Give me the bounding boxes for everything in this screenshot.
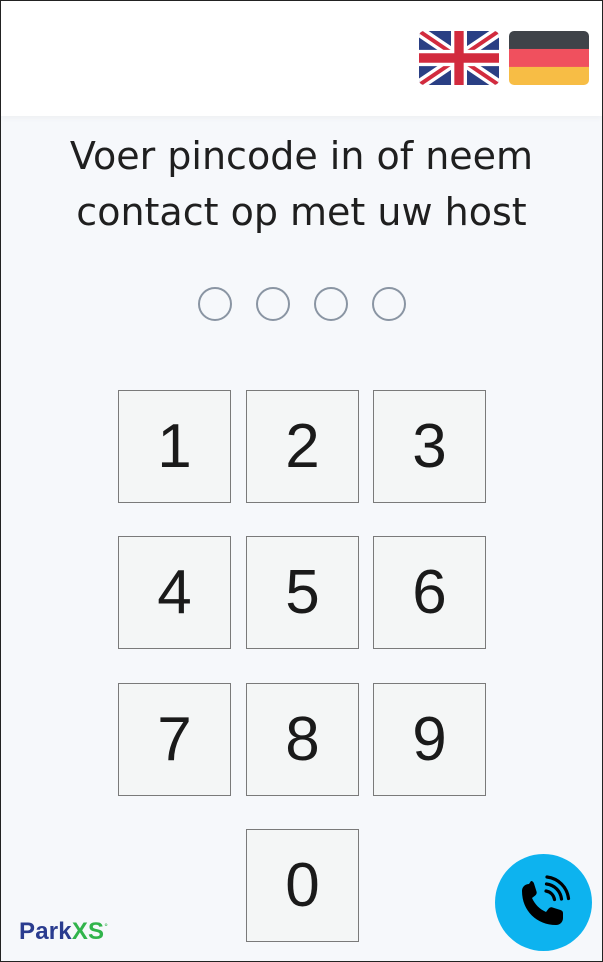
header-bar [1,1,602,116]
logo-mark: ° [104,922,109,932]
keypad-key-4[interactable]: 4 [118,536,231,649]
instruction-line-2: contact op met uw host [76,190,527,234]
pin-dot-4 [372,287,406,321]
keypad-key-9[interactable]: 9 [373,683,486,796]
keypad-key-8[interactable]: 8 [246,683,359,796]
keypad-key-7[interactable]: 7 [118,683,231,796]
keypad-key-2[interactable]: 2 [246,390,359,503]
call-host-button[interactable] [495,854,592,951]
parkxs-logo: ParkXS° [19,913,108,946]
keypad-key-5[interactable]: 5 [246,536,359,649]
pin-dot-2 [256,287,290,321]
language-english-button[interactable] [419,31,499,85]
germany-flag-icon [509,31,589,85]
pin-dot-3 [314,287,348,321]
phone-ringing-icon [521,874,570,925]
keypad-key-6[interactable]: 6 [373,536,486,649]
keypad-key-1[interactable]: 1 [118,390,231,503]
uk-flag-icon [419,31,499,85]
keypad-key-0[interactable]: 0 [246,829,359,942]
keypad-key-3[interactable]: 3 [373,390,486,503]
logo-text-xs: XS [71,918,105,945]
language-german-button[interactable] [509,31,589,85]
app-frame: Voer pincode in of neem contact op met u… [0,0,603,962]
pin-instruction: Voer pincode in of neem contact op met u… [1,128,602,240]
instruction-line-1: Voer pincode in of neem [69,134,534,178]
pin-dot-1 [198,287,232,321]
logo-text-park: Park [19,918,72,945]
